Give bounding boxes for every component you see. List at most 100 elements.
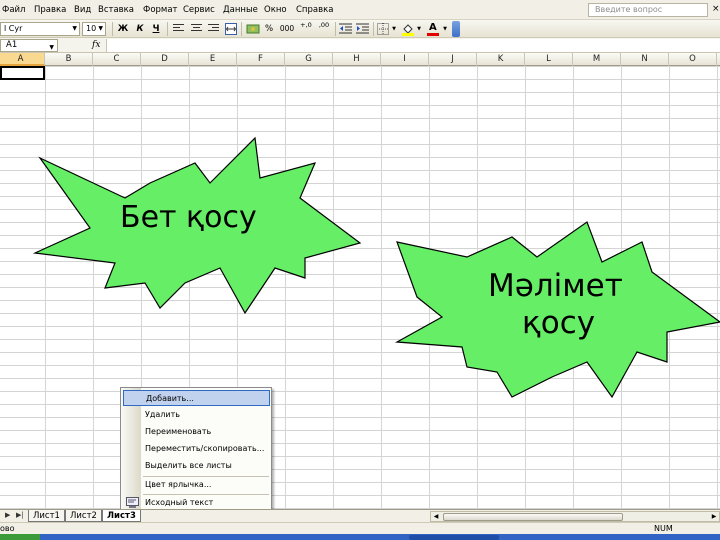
view-code-icon (126, 497, 139, 508)
menu-item-label: Удалить (145, 410, 180, 419)
font-size-value: 10 (86, 24, 97, 33)
chevron-down-icon: ▼ (98, 25, 103, 32)
sheet-tab-3[interactable]: Лист3 (102, 510, 141, 522)
status-ready: ово (0, 524, 15, 533)
column-header-j[interactable]: J (429, 53, 477, 66)
menu-item-label: Выделить все листы (145, 461, 232, 470)
column-header-o[interactable]: O (669, 53, 717, 66)
menu-data[interactable]: Данные (223, 5, 258, 15)
menu-item-label: Исходный текст (145, 498, 214, 507)
cell-reference: A1 (6, 40, 18, 50)
sheet-tab-2[interactable]: Лист2 (65, 510, 102, 522)
menu-edit[interactable]: Правка (34, 5, 66, 15)
column-header-k[interactable]: K (477, 53, 525, 66)
menu-view[interactable]: Вид (74, 5, 91, 15)
menu-item-select-all-sheets[interactable]: Выделить все листы (123, 458, 270, 474)
scroll-left-icon[interactable]: ◀ (431, 512, 441, 521)
chevron-down-icon: ▼ (49, 44, 54, 51)
status-bar: ово NUM (0, 522, 720, 534)
chevron-down-icon[interactable]: ▼ (442, 22, 448, 36)
font-color-swatch (427, 33, 439, 36)
name-box[interactable]: A1 ▼ (0, 39, 58, 52)
toolbar-separator (335, 22, 336, 36)
starburst-add-data-label-line2: қосу (522, 305, 596, 341)
tab-scroll-last-icon[interactable]: ▶| (16, 511, 24, 519)
font-size-combo[interactable]: 10 ▼ (82, 22, 106, 36)
taskbar-window-button[interactable] (409, 535, 499, 540)
menu-insert[interactable]: Вставка (98, 5, 134, 15)
menu-tools[interactable]: Сервис (183, 5, 215, 15)
scrollbar-thumb[interactable] (443, 513, 623, 521)
starburst-add-sheet-label: Бет қосу (120, 200, 257, 235)
column-header-g[interactable]: G (285, 53, 333, 66)
toolbar-options-button[interactable] (452, 21, 460, 37)
menu-item-tab-color[interactable]: Цвет ярлычка... (123, 477, 270, 493)
increase-decimal-button[interactable]: +,0 (298, 22, 314, 36)
menu-help[interactable]: Справка (296, 5, 333, 15)
underline-button[interactable]: Ч (150, 22, 162, 36)
menu-item-label: Цвет ярлычка... (145, 480, 212, 489)
bold-button[interactable]: Ж (117, 22, 129, 36)
chevron-down-icon[interactable]: ▼ (416, 22, 422, 36)
column-header-b[interactable]: B (45, 53, 93, 66)
formula-bar: A1 ▼ fx (0, 38, 720, 53)
menu-item-move-copy[interactable]: Переместить/скопировать... (123, 441, 270, 457)
ask-question-input[interactable]: Введите вопрос (588, 3, 708, 17)
taskbar (0, 534, 720, 540)
font-name-value: l Cyr (4, 24, 23, 33)
close-icon[interactable]: × (712, 4, 720, 14)
toolbar-separator (241, 22, 242, 36)
column-header-a[interactable]: A (0, 53, 45, 66)
column-header-e[interactable]: E (189, 53, 237, 66)
increase-indent-icon[interactable] (356, 23, 369, 35)
menu-item-rename[interactable]: Переименовать (123, 424, 270, 440)
column-header-n[interactable]: N (621, 53, 669, 66)
font-name-combo[interactable]: l Cyr ▼ (0, 22, 80, 36)
menu-format[interactable]: Формат (143, 5, 178, 15)
chevron-down-icon: ▼ (72, 25, 77, 32)
fill-color-icon[interactable] (401, 22, 415, 36)
align-right-icon[interactable] (208, 24, 219, 34)
merge-center-icon[interactable] (225, 23, 237, 35)
formatting-toolbar: l Cyr ▼ 10 ▼ Ж К Ч % 000 +,0 ,00 ▼ ▼ A ▼ (0, 20, 720, 38)
horizontal-scrollbar[interactable]: ◀ ▶ (430, 511, 720, 522)
column-header-i[interactable]: I (381, 53, 429, 66)
chevron-down-icon[interactable]: ▼ (391, 22, 397, 36)
starburst-add-data-label-line1: Мәлімет (488, 268, 623, 304)
toolbar-separator (167, 22, 168, 36)
start-button[interactable] (0, 534, 40, 540)
menu-bar: Файл Правка Вид Вставка Формат Сервис Да… (0, 0, 720, 20)
align-left-icon[interactable] (173, 24, 184, 34)
tab-scroll-next-icon[interactable]: ▶ (5, 511, 10, 519)
italic-button[interactable]: К (134, 22, 146, 36)
column-header-h[interactable]: H (333, 53, 381, 66)
toolbar-separator (373, 22, 374, 36)
column-header-d[interactable]: D (141, 53, 189, 66)
comma-style-button[interactable]: 000 (279, 22, 295, 36)
column-headers: ABCDEFGHIJKLMNO (0, 53, 720, 66)
column-header-l[interactable]: L (525, 53, 573, 66)
column-header-f[interactable]: F (237, 53, 285, 66)
borders-icon[interactable] (377, 23, 389, 35)
percent-style-button[interactable]: % (263, 22, 275, 36)
currency-icon[interactable] (246, 22, 260, 35)
insert-function-icon[interactable]: fx (92, 40, 100, 50)
decrease-decimal-button[interactable]: ,00 (316, 22, 332, 36)
active-cell[interactable] (0, 66, 45, 80)
align-center-icon[interactable] (191, 24, 202, 34)
column-header-c[interactable]: C (93, 53, 141, 66)
column-header-m[interactable]: M (573, 53, 621, 66)
menu-item-label: Добавить... (146, 394, 194, 403)
font-color-button[interactable]: A (427, 22, 439, 36)
menu-window[interactable]: Окно (264, 5, 287, 15)
sheet-tab-context-menu: Добавить... Удалить Переименовать Переме… (120, 387, 272, 513)
menu-file[interactable]: Файл (2, 5, 25, 15)
menu-item-label: Переименовать (145, 427, 212, 436)
formula-input[interactable] (106, 39, 720, 52)
scroll-right-icon[interactable]: ▶ (709, 512, 719, 521)
menu-item-delete[interactable]: Удалить (123, 407, 270, 423)
menu-item-add[interactable]: Добавить... (123, 390, 270, 406)
decrease-indent-icon[interactable] (339, 23, 352, 35)
num-lock-indicator: NUM (654, 524, 673, 533)
sheet-tab-1[interactable]: Лист1 (28, 510, 65, 522)
